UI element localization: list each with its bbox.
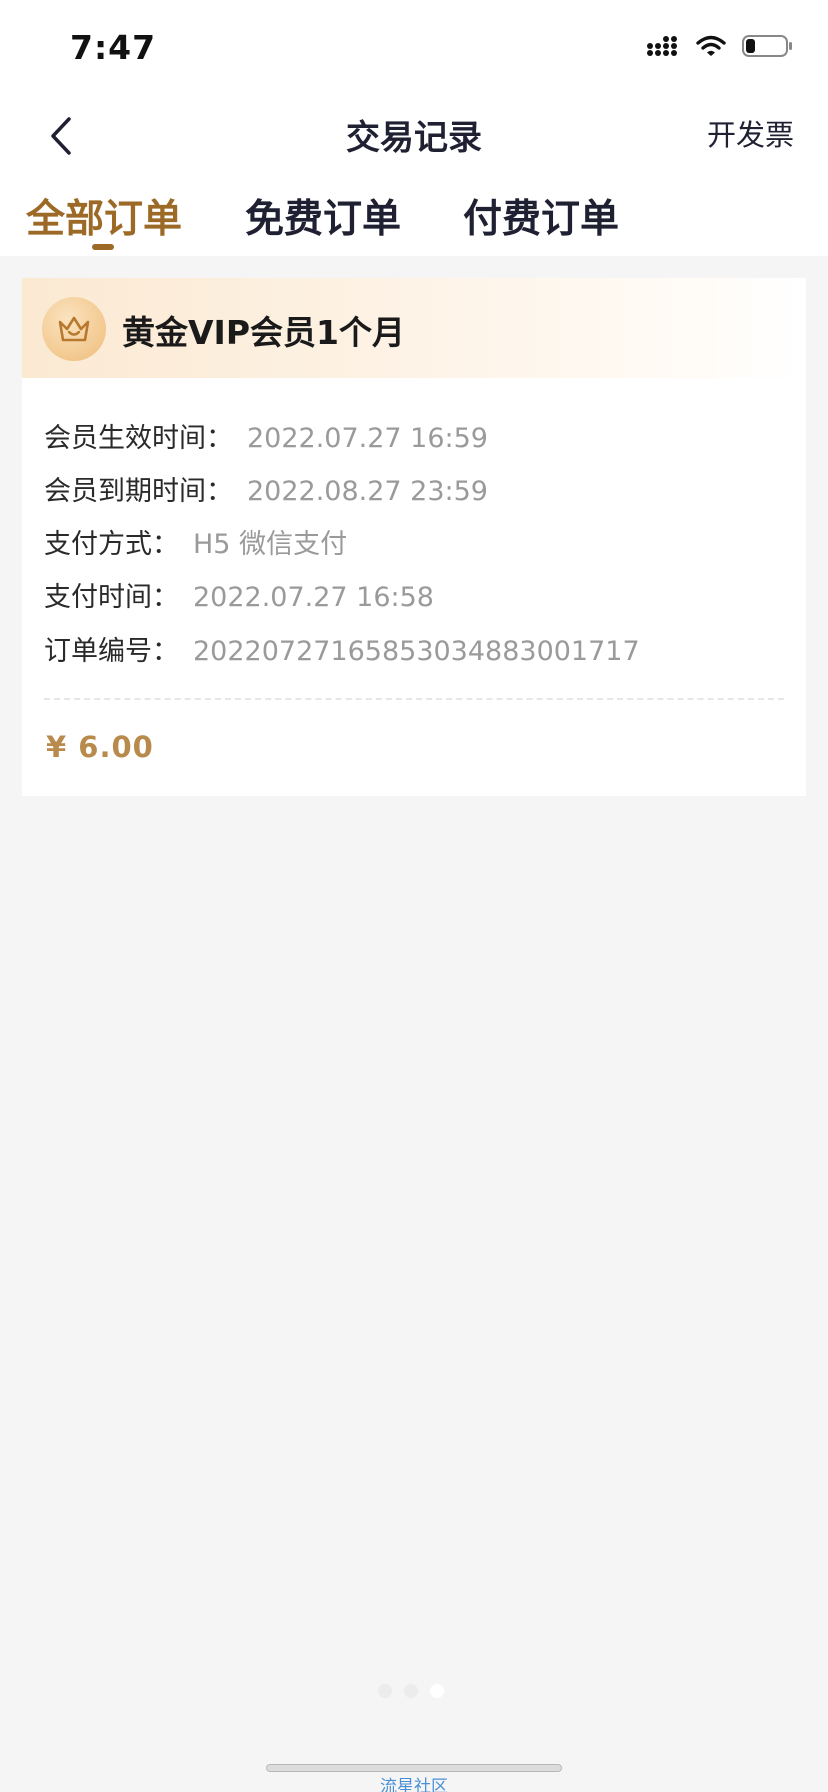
info-row-payment-time: 支付时间： 2022.07.27 16:58 — [44, 575, 434, 614]
order-card-header: 黄金VIP会员1个月 — [22, 278, 806, 378]
order-title: 黄金VIP会员1个月 — [122, 313, 405, 352]
info-value: H5 微信支付 — [193, 529, 348, 560]
info-value: 2022.07.27 16:58 — [193, 582, 434, 613]
battery-icon — [742, 35, 792, 57]
order-price: ¥ 6.00 — [46, 730, 154, 764]
info-row-payment-method: 支付方式： H5 微信支付 — [44, 522, 347, 561]
tab-paid-orders[interactable]: 付费订单 — [463, 188, 619, 244]
home-indicator[interactable] — [266, 1764, 562, 1772]
status-icons — [646, 34, 794, 58]
page-indicator — [378, 1684, 444, 1698]
wifi-icon — [696, 35, 726, 56]
crown-icon — [58, 316, 90, 342]
page-dot — [404, 1684, 418, 1698]
info-label: 订单编号： — [44, 636, 179, 667]
info-row-expire-time: 会员到期时间： 2022.08.27 23:59 — [44, 469, 488, 508]
cellular-signal-icon — [647, 36, 677, 56]
order-tabs: 全部订单 免费订单 付费订单 — [0, 188, 828, 256]
info-value[interactable]: 2022072716585303488300171​7 — [193, 636, 640, 667]
status-time: 7:47 — [70, 28, 157, 67]
active-tab-indicator — [92, 244, 114, 250]
bottom-caption: 流星社区 — [380, 1777, 448, 1792]
info-row-start-time: 会员生效时间： 2022.07.27 16:59 — [44, 416, 488, 455]
info-label: 会员到期时间： — [44, 476, 233, 507]
page: 7:47 交易记录 开发票 全部订单 免费订单 付费订单 黄金VIP会员1个月 … — [0, 0, 828, 1792]
order-card[interactable]: 黄金VIP会员1个月 会员生效时间： 2022.07.27 16:59 会员到期… — [22, 278, 806, 796]
info-row-order-number: 订单编号： 2022072716585303488300171​7 — [44, 629, 640, 668]
crown-badge — [42, 297, 106, 361]
page-dot-active — [430, 1684, 444, 1698]
info-label: 支付时间： — [44, 582, 179, 613]
nav-bar: 交易记录 开发票 — [0, 96, 828, 188]
page-title: 交易记录 — [346, 118, 482, 158]
info-label: 会员生效时间： — [44, 423, 233, 454]
info-value: 2022.07.27 16:59 — [247, 423, 488, 454]
status-bar: 7:47 — [0, 0, 828, 96]
info-label: 支付方式： — [44, 529, 179, 560]
tab-free-orders[interactable]: 免费订单 — [245, 188, 401, 244]
info-value: 2022.08.27 23:59 — [247, 476, 488, 507]
tab-all-orders[interactable]: 全部订单 — [26, 188, 182, 244]
page-dot — [378, 1684, 392, 1698]
divider — [44, 698, 784, 700]
invoice-button[interactable]: 开发票 — [707, 112, 794, 154]
